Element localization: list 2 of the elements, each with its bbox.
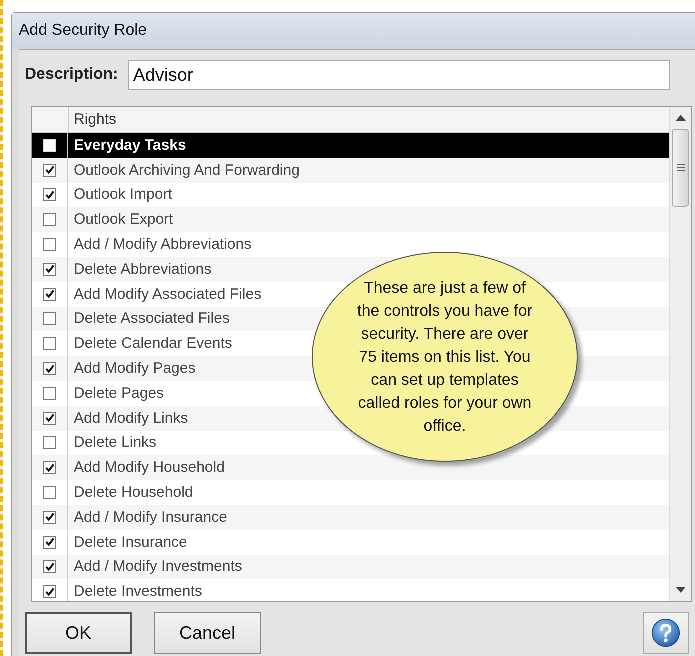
description-label: Description: xyxy=(25,66,118,84)
window-title: Add Security Role xyxy=(19,22,148,40)
